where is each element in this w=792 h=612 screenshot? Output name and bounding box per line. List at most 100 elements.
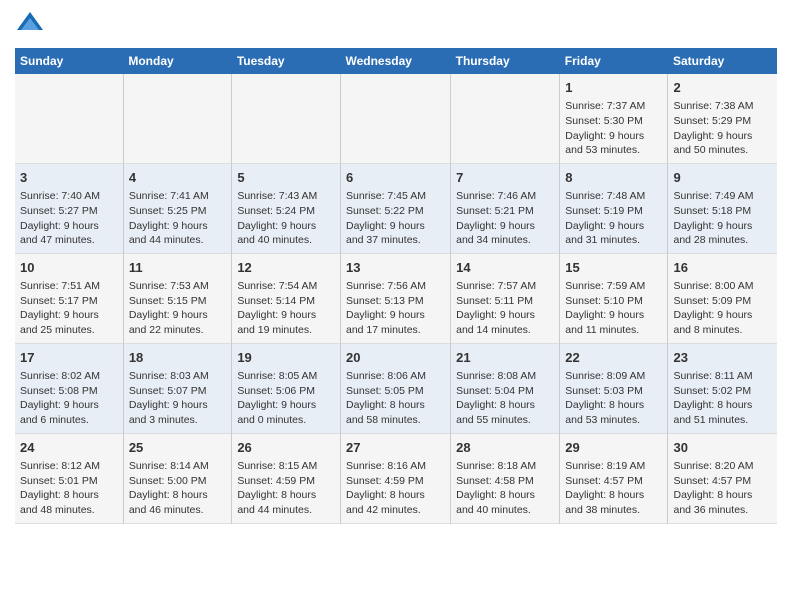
calendar-cell: 15 Sunrise: 7:59 AM Sunset: 5:10 PM Dayli… (560, 253, 668, 343)
day-info: Sunrise: 8:05 AM Sunset: 5:06 PM Dayligh… (237, 369, 335, 428)
day-number: 17 (20, 349, 118, 367)
calendar-cell: 14Sunrise: 7:57 AM Sunset: 5:11 PM Dayli… (451, 253, 560, 343)
day-info: Sunrise: 8:03 AM Sunset: 5:07 PM Dayligh… (129, 369, 226, 428)
calendar-cell: 19 Sunrise: 8:05 AM Sunset: 5:06 PM Dayli… (232, 343, 341, 433)
day-info: Sunrise: 8:16 AM Sunset: 4:59 PM Dayligh… (346, 459, 445, 518)
calendar-cell: 7 Sunrise: 7:46 AM Sunset: 5:21 PM Daylig… (451, 163, 560, 253)
calendar-cell: 4 Sunrise: 7:41 AM Sunset: 5:25 PM Daylig… (123, 163, 231, 253)
main-container: SundayMondayTuesdayWednesdayThursdayFrid… (0, 0, 792, 534)
calendar-header-row: SundayMondayTuesdayWednesdayThursdayFrid… (15, 48, 777, 74)
day-number: 6 (346, 169, 445, 187)
day-info: Sunrise: 7:45 AM Sunset: 5:22 PM Dayligh… (346, 189, 445, 248)
day-header-tuesday: Tuesday (232, 48, 341, 74)
logo-icon (15, 10, 45, 40)
day-info: Sunrise: 8:08 AM Sunset: 5:04 PM Dayligh… (456, 369, 554, 428)
calendar-cell: 9 Sunrise: 7:49 AM Sunset: 5:18 PM Daylig… (668, 163, 777, 253)
day-info: Sunrise: 8:06 AM Sunset: 5:05 PM Dayligh… (346, 369, 445, 428)
day-info: Sunrise: 7:57 AM Sunset: 5:11 PM Dayligh… (456, 279, 554, 338)
calendar-cell: 29 Sunrise: 8:19 AM Sunset: 4:57 PM Dayli… (560, 433, 668, 523)
day-info: Sunrise: 7:46 AM Sunset: 5:21 PM Dayligh… (456, 189, 554, 248)
day-header-thursday: Thursday (451, 48, 560, 74)
calendar-cell (340, 74, 450, 163)
calendar-cell: 2Sunrise: 7:38 AM Sunset: 5:29 PM Daylig… (668, 74, 777, 163)
day-number: 10 (20, 259, 118, 277)
day-header-saturday: Saturday (668, 48, 777, 74)
day-number: 20 (346, 349, 445, 367)
day-number: 19 (237, 349, 335, 367)
calendar-cell: 1 Sunrise: 7:37 AM Sunset: 5:30 PM Daylig… (560, 74, 668, 163)
calendar-cell: 26Sunrise: 8:15 AM Sunset: 4:59 PM Dayli… (232, 433, 341, 523)
calendar-week-row: 17 Sunrise: 8:02 AM Sunset: 5:08 PM Dayli… (15, 343, 777, 433)
day-info: Sunrise: 7:51 AM Sunset: 5:17 PM Dayligh… (20, 279, 118, 338)
day-number: 22 (565, 349, 662, 367)
day-number: 8 (565, 169, 662, 187)
day-info: Sunrise: 7:48 AM Sunset: 5:19 PM Dayligh… (565, 189, 662, 248)
calendar-cell: 3 Sunrise: 7:40 AM Sunset: 5:27 PM Daylig… (15, 163, 123, 253)
day-number: 9 (673, 169, 772, 187)
calendar-cell: 13Sunrise: 7:56 AM Sunset: 5:13 PM Dayli… (340, 253, 450, 343)
day-number: 30 (673, 439, 772, 457)
day-info: Sunrise: 8:14 AM Sunset: 5:00 PM Dayligh… (129, 459, 226, 518)
calendar-cell: 18 Sunrise: 8:03 AM Sunset: 5:07 PM Dayli… (123, 343, 231, 433)
calendar-cell: 21 Sunrise: 8:08 AM Sunset: 5:04 PM Dayli… (451, 343, 560, 433)
day-number: 15 (565, 259, 662, 277)
day-info: Sunrise: 8:02 AM Sunset: 5:08 PM Dayligh… (20, 369, 118, 428)
day-info: Sunrise: 8:18 AM Sunset: 4:58 PM Dayligh… (456, 459, 554, 518)
day-number: 18 (129, 349, 226, 367)
calendar-cell (232, 74, 341, 163)
calendar-cell: 25 Sunrise: 8:14 AM Sunset: 5:00 PM Dayli… (123, 433, 231, 523)
day-info: Sunrise: 7:59 AM Sunset: 5:10 PM Dayligh… (565, 279, 662, 338)
day-number: 12 (237, 259, 335, 277)
calendar-cell: 12 Sunrise: 7:54 AM Sunset: 5:14 PM Dayli… (232, 253, 341, 343)
calendar-cell: 28 Sunrise: 8:18 AM Sunset: 4:58 PM Dayli… (451, 433, 560, 523)
calendar-cell: 11 Sunrise: 7:53 AM Sunset: 5:15 PM Dayli… (123, 253, 231, 343)
day-number: 1 (565, 79, 662, 97)
calendar-cell (451, 74, 560, 163)
day-number: 28 (456, 439, 554, 457)
calendar-cell: 5Sunrise: 7:43 AM Sunset: 5:24 PM Daylig… (232, 163, 341, 253)
calendar-cell: 8 Sunrise: 7:48 AM Sunset: 5:19 PM Daylig… (560, 163, 668, 253)
day-number: 26 (237, 439, 335, 457)
day-info: Sunrise: 8:09 AM Sunset: 5:03 PM Dayligh… (565, 369, 662, 428)
day-info: Sunrise: 8:12 AM Sunset: 5:01 PM Dayligh… (20, 459, 118, 518)
day-number: 7 (456, 169, 554, 187)
day-number: 21 (456, 349, 554, 367)
day-header-wednesday: Wednesday (340, 48, 450, 74)
day-number: 27 (346, 439, 445, 457)
day-info: Sunrise: 8:11 AM Sunset: 5:02 PM Dayligh… (673, 369, 772, 428)
day-number: 29 (565, 439, 662, 457)
calendar-cell (123, 74, 231, 163)
day-info: Sunrise: 8:19 AM Sunset: 4:57 PM Dayligh… (565, 459, 662, 518)
calendar-cell: 24 Sunrise: 8:12 AM Sunset: 5:01 PM Dayli… (15, 433, 123, 523)
day-info: Sunrise: 7:41 AM Sunset: 5:25 PM Dayligh… (129, 189, 226, 248)
day-info: Sunrise: 7:53 AM Sunset: 5:15 PM Dayligh… (129, 279, 226, 338)
day-info: Sunrise: 7:40 AM Sunset: 5:27 PM Dayligh… (20, 189, 118, 248)
day-number: 24 (20, 439, 118, 457)
header (15, 10, 777, 40)
calendar-cell (15, 74, 123, 163)
day-number: 11 (129, 259, 226, 277)
calendar-table: SundayMondayTuesdayWednesdayThursdayFrid… (15, 48, 777, 524)
day-info: Sunrise: 7:38 AM Sunset: 5:29 PM Dayligh… (673, 99, 772, 158)
calendar-week-row: 24 Sunrise: 8:12 AM Sunset: 5:01 PM Dayli… (15, 433, 777, 523)
day-info: Sunrise: 7:54 AM Sunset: 5:14 PM Dayligh… (237, 279, 335, 338)
calendar-cell: 23 Sunrise: 8:11 AM Sunset: 5:02 PM Dayli… (668, 343, 777, 433)
day-info: Sunrise: 7:43 AM Sunset: 5:24 PM Dayligh… (237, 189, 335, 248)
day-info: Sunrise: 8:20 AM Sunset: 4:57 PM Dayligh… (673, 459, 772, 518)
day-info: Sunrise: 7:56 AM Sunset: 5:13 PM Dayligh… (346, 279, 445, 338)
day-info: Sunrise: 7:49 AM Sunset: 5:18 PM Dayligh… (673, 189, 772, 248)
day-number: 25 (129, 439, 226, 457)
calendar-cell: 6 Sunrise: 7:45 AM Sunset: 5:22 PM Daylig… (340, 163, 450, 253)
day-number: 3 (20, 169, 118, 187)
day-info: Sunrise: 7:37 AM Sunset: 5:30 PM Dayligh… (565, 99, 662, 158)
day-number: 16 (673, 259, 772, 277)
day-header-monday: Monday (123, 48, 231, 74)
day-header-friday: Friday (560, 48, 668, 74)
calendar-cell: 27 Sunrise: 8:16 AM Sunset: 4:59 PM Dayli… (340, 433, 450, 523)
calendar-cell: 17 Sunrise: 8:02 AM Sunset: 5:08 PM Dayli… (15, 343, 123, 433)
calendar-week-row: 3 Sunrise: 7:40 AM Sunset: 5:27 PM Daylig… (15, 163, 777, 253)
calendar-cell: 22 Sunrise: 8:09 AM Sunset: 5:03 PM Dayli… (560, 343, 668, 433)
day-number: 4 (129, 169, 226, 187)
day-info: Sunrise: 8:00 AM Sunset: 5:09 PM Dayligh… (673, 279, 772, 338)
day-number: 23 (673, 349, 772, 367)
